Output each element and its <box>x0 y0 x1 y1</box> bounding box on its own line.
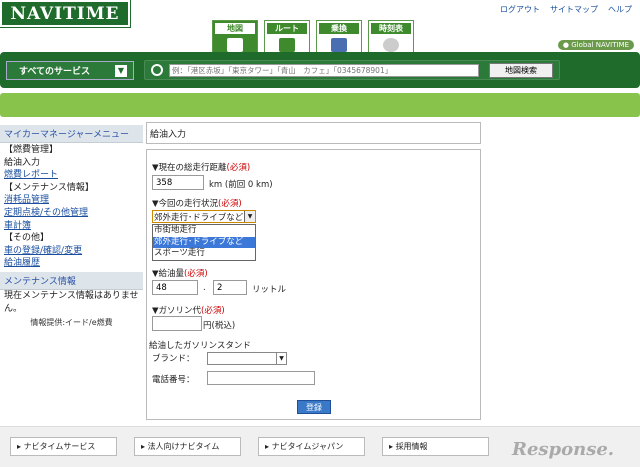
fuel-decimal-input[interactable] <box>213 280 247 295</box>
green-band <box>0 93 640 117</box>
fuel-integer-input[interactable] <box>152 280 198 295</box>
navitime-logo[interactable]: NAVITIME <box>0 0 131 28</box>
chevron-down-icon: ▼ <box>276 353 286 364</box>
sidebar-maintenance-title: メンテナンス情報 <box>0 271 143 290</box>
help-link[interactable]: ヘルプ <box>608 4 632 15</box>
info-credit: 情報提供:イード/e燃費 <box>30 318 113 328</box>
option-sport[interactable]: スポーツ走行 <box>153 248 255 260</box>
sidebar-item-consumables[interactable]: 消耗品管理 <box>0 194 143 207</box>
footer-col-label: ナビタイムジャパン <box>271 442 344 451</box>
sidebar-item-car-register[interactable]: 車の登録/確認/変更 <box>0 245 143 258</box>
odometer-input[interactable] <box>152 175 204 190</box>
driving-label-text: ▼今回の走行状況 <box>152 199 219 209</box>
form-title: 給油入力 <box>146 122 481 144</box>
brand-select[interactable]: ▼ <box>207 352 287 365</box>
tab-label: 時刻表 <box>371 23 411 34</box>
footer-col-label: ナビタイムサービス <box>23 442 96 451</box>
fuel-dot: . <box>203 283 206 293</box>
tab-label: 地図 <box>215 23 255 34</box>
sidebar-item-fuel-history[interactable]: 給油履歴 <box>0 257 143 270</box>
tab-route[interactable]: ルート <box>264 20 310 56</box>
odometer-label-text: ▼現在の総走行距離 <box>152 163 227 173</box>
driving-dropdown-list: 市街地走行 郊外走行･ドライブなど スポーツ走行 <box>152 224 256 261</box>
top-links: ログアウト サイトマップ ヘルプ <box>500 4 632 15</box>
sidebar-item-fuel-report[interactable]: 燃費レポート <box>0 169 143 182</box>
footer-business[interactable]: ▸ 法人向けナビタイム <box>134 437 241 456</box>
map-search-button[interactable]: 地図検索 <box>489 63 553 78</box>
global-navitime-badge[interactable]: ● Global NAVITIME <box>557 40 634 50</box>
sidebar: マイカーマネージャーメニュー 【燃費管理】 給油入力 燃費レポート 【メンテナン… <box>0 125 143 328</box>
maintenance-text: 現在メンテナンス情報はありません。 <box>4 290 139 314</box>
search-icon <box>151 64 163 76</box>
clock-icon <box>383 38 399 52</box>
brand-label: ブランド： <box>152 354 195 364</box>
required-mark: (必須) <box>218 199 242 209</box>
phone-input[interactable] <box>207 371 315 385</box>
all-services-button[interactable]: すべてのサービス ▼ <box>6 61 134 80</box>
register-button[interactable]: 登録 <box>297 400 331 414</box>
sidebar-item-car-ledger[interactable]: 車計簿 <box>0 220 143 233</box>
fuel-label: ▼給油量(必須) <box>152 267 208 279</box>
footer: ▸ ナビタイムサービス ▸ 法人向けナビタイム ▸ ナビタイムジャパン ▸ 採用… <box>0 426 640 467</box>
all-services-label: すべてのサービス <box>19 67 91 77</box>
main-tabs: 地図 ルート 乗換 時刻表 <box>212 20 414 56</box>
footer-recruit[interactable]: ▸ 採用情報 <box>382 437 489 456</box>
price-unit: 円(税込) <box>203 321 236 331</box>
tab-timetable[interactable]: 時刻表 <box>368 20 414 56</box>
sidebar-section-fuel: 【燃費管理】 <box>4 145 59 155</box>
sidebar-item-fuel-input: 給油入力 <box>4 157 41 168</box>
map-icon <box>227 38 243 52</box>
footer-navitime-services[interactable]: ▸ ナビタイムサービス <box>10 437 117 456</box>
odometer-unit: km (前回 0 km) <box>209 180 273 190</box>
tab-transit[interactable]: 乗換 <box>316 20 362 56</box>
chevron-down-icon: ▼ <box>115 65 127 77</box>
search-box: 地図検索 <box>144 60 560 80</box>
price-label: ▼ガソリン代(必須) <box>152 304 225 316</box>
sidebar-menu-title: マイカーマネージャーメニュー <box>0 125 143 143</box>
option-city[interactable]: 市街地走行 <box>153 225 255 237</box>
odometer-label: ▼現在の総走行距離(必須) <box>152 161 250 173</box>
tab-label: 乗換 <box>319 23 359 34</box>
sidebar-section-maintenance: 【メンテナンス情報】 <box>4 182 94 193</box>
tab-label: ルート <box>267 23 307 34</box>
sidebar-item-inspection[interactable]: 定期点検/その他管理 <box>0 207 143 220</box>
required-mark: (必須) <box>226 163 251 173</box>
chevron-down-icon: ▼ <box>244 211 255 222</box>
fuel-label-text: ▼給油量 <box>152 269 185 279</box>
driving-label: ▼今回の走行状況(必須) <box>152 197 242 209</box>
footer-navitime-japan[interactable]: ▸ ナビタイムジャパン <box>258 437 365 456</box>
required-mark: (必須) <box>184 269 208 279</box>
footer-col-label: 法人向けナビタイム <box>147 442 220 451</box>
footer-col-label: 採用情報 <box>395 442 428 451</box>
sidebar-items: 【燃費管理】 給油入力 燃費レポート 【メンテナンス情報】 消耗品管理 定期点検… <box>0 143 143 270</box>
fuel-unit: リットル <box>252 285 287 295</box>
fuel-form: ▼現在の総走行距離(必須) km (前回 0 km) ▼今回の走行状況(必須) … <box>146 149 481 420</box>
driving-selected-value: 郊外走行･ドライブなど <box>154 213 244 223</box>
sidebar-section-other: 【その他】 <box>4 233 50 244</box>
phone-label: 電話番号： <box>152 375 195 385</box>
cube-icon <box>279 38 295 52</box>
price-input[interactable] <box>152 316 202 331</box>
station-label: 給油したガソリンスタンド <box>149 341 251 351</box>
global-badge-label: Global NAVITIME <box>571 41 629 49</box>
price-label-text: ▼ガソリン代 <box>152 306 202 316</box>
search-input[interactable] <box>169 64 479 77</box>
sitemap-link[interactable]: サイトマップ <box>550 4 598 15</box>
option-suburb[interactable]: 郊外走行･ドライブなど <box>153 236 255 249</box>
driving-select[interactable]: 郊外走行･ドライブなど ▼ <box>152 210 256 223</box>
logout-link[interactable]: ログアウト <box>500 4 540 15</box>
response-logo[interactable]: Response. <box>512 439 614 460</box>
tab-map[interactable]: 地図 <box>212 20 258 56</box>
nav-bar: すべてのサービス ▼ 地図検索 <box>0 52 640 88</box>
required-mark: (必須) <box>201 306 225 316</box>
train-icon <box>331 38 347 52</box>
